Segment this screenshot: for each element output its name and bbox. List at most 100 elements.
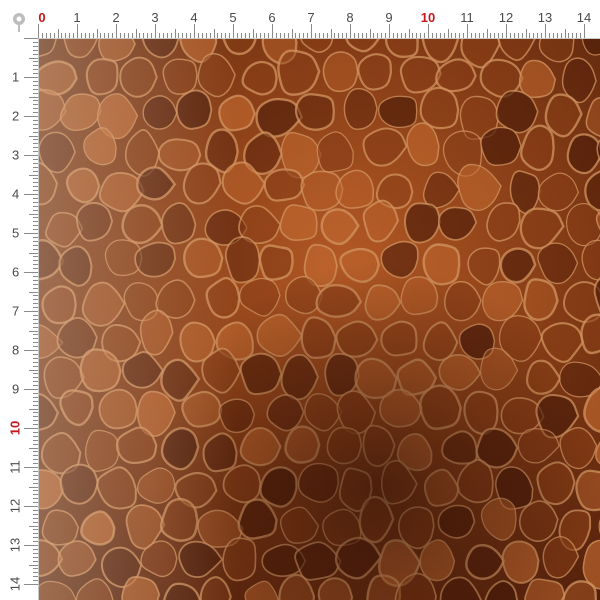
top-ruler-tick — [459, 33, 461, 38]
left-ruler-tick — [33, 69, 38, 71]
top-ruler-tick — [186, 33, 188, 38]
left-ruler-tick — [24, 272, 38, 273]
top-ruler-tick — [580, 33, 582, 38]
left-ruler-tick — [24, 77, 38, 78]
top-ruler-tick — [428, 24, 429, 38]
left-ruler-tick — [33, 314, 38, 316]
top-ruler-tick — [439, 33, 441, 38]
left-ruler-tick — [33, 424, 38, 426]
top-ruler-label: 10 — [420, 10, 436, 25]
left-ruler-tick — [29, 369, 38, 371]
top-ruler-tick — [45, 33, 47, 38]
left-ruler-tick — [33, 494, 38, 496]
left-ruler-tick — [33, 498, 38, 500]
top-ruler-tick — [470, 33, 472, 38]
left-ruler-tick — [33, 92, 38, 94]
left-ruler-tick — [24, 233, 38, 234]
left-ruler-tick — [33, 201, 38, 203]
left-ruler-tick — [24, 506, 38, 507]
top-ruler-tick — [268, 33, 270, 38]
top-ruler-tick — [529, 33, 531, 38]
left-ruler-tick — [33, 197, 38, 199]
top-ruler-tick — [244, 33, 246, 38]
top-ruler-tick — [357, 33, 359, 38]
top-ruler-tick — [506, 24, 507, 38]
left-ruler-tick — [33, 108, 38, 110]
top-ruler-tick — [229, 33, 231, 38]
left-ruler-label: 11 — [7, 460, 23, 474]
left-ruler-tick — [33, 560, 38, 562]
top-ruler-label: 12 — [498, 10, 514, 25]
left-ruler-tick — [33, 229, 38, 231]
fabric-swatch-viewer: 0 1 2 3 4 5 6 7 8 9 10 11 12 13 14 1 2 3 4 5 6 7 8 9 10 11 12 13 14 — [0, 0, 600, 600]
top-ruler-tick — [77, 24, 78, 38]
left-ruler-tick — [24, 155, 38, 156]
top-ruler-tick — [509, 33, 511, 38]
top-ruler-tick — [389, 24, 390, 38]
top-ruler-tick — [119, 33, 121, 38]
top-ruler-tick — [334, 33, 336, 38]
top-ruler-tick — [346, 33, 348, 38]
top-ruler-tick — [190, 33, 192, 38]
left-ruler-tick — [33, 61, 38, 63]
top-ruler-tick — [283, 33, 285, 38]
left-ruler-label: 7 — [12, 303, 20, 319]
top-ruler-tick — [412, 33, 414, 38]
top-ruler-tick — [396, 33, 398, 38]
left-ruler-tick — [33, 326, 38, 328]
top-ruler-tick — [541, 33, 543, 38]
left-ruler-tick — [33, 439, 38, 441]
left-ruler-tick — [33, 318, 38, 320]
top-ruler-tick — [478, 33, 480, 38]
left-ruler-tick — [33, 217, 38, 219]
left-ruler-tick — [33, 268, 38, 270]
top-ruler-tick — [57, 29, 59, 38]
top-ruler-tick — [400, 33, 402, 38]
left-ruler-tick — [33, 303, 38, 305]
left-ruler-tick — [33, 295, 38, 297]
left-ruler-label: 8 — [12, 342, 20, 358]
left-ruler-tick — [29, 564, 38, 566]
left-ruler-tick — [33, 392, 38, 394]
top-ruler-tick — [69, 33, 71, 38]
left-ruler-tick — [33, 373, 38, 375]
top-ruler-tick — [420, 33, 422, 38]
left-ruler-label: 2 — [12, 108, 20, 124]
top-ruler-tick — [361, 33, 363, 38]
top-ruler-tick — [127, 33, 129, 38]
top-ruler-tick — [431, 33, 433, 38]
top-ruler-tick — [513, 33, 515, 38]
left-ruler-tick — [33, 127, 38, 129]
left-ruler-tick — [33, 41, 38, 43]
top-ruler-tick — [350, 24, 351, 38]
left-ruler-tick — [33, 205, 38, 207]
top-ruler-tick — [174, 29, 176, 38]
top-ruler-tick — [112, 33, 114, 38]
top-ruler-tick — [311, 24, 312, 38]
left-ruler-tick — [33, 474, 38, 476]
top-ruler-tick — [451, 33, 453, 38]
top-ruler-tick — [330, 29, 332, 38]
left-ruler-tick — [33, 533, 38, 535]
left-ruler-tick — [24, 350, 38, 351]
top-ruler-label: 8 — [346, 10, 354, 25]
top-ruler-tick — [517, 33, 519, 38]
top-ruler-label: 6 — [268, 10, 276, 25]
left-ruler-label: 10 — [7, 420, 23, 436]
left-ruler-tick — [33, 158, 38, 160]
top-ruler-tick — [61, 33, 63, 38]
leather-texture-swatch — [39, 39, 600, 600]
top-ruler-tick — [556, 33, 558, 38]
top-ruler-tick — [135, 29, 137, 38]
top-ruler-tick — [537, 33, 539, 38]
top-ruler-label: 5 — [229, 10, 237, 25]
top-ruler-tick — [38, 24, 39, 38]
left-ruler-tick — [24, 389, 38, 390]
left-ruler: 1 2 3 4 5 6 7 8 9 10 11 12 13 14 — [0, 38, 39, 600]
left-ruler-tick — [29, 252, 38, 254]
left-ruler-tick — [24, 38, 38, 39]
left-ruler-tick — [33, 455, 38, 457]
left-ruler-label: 9 — [12, 381, 20, 397]
top-ruler-tick — [53, 33, 55, 38]
top-ruler-tick — [275, 33, 277, 38]
